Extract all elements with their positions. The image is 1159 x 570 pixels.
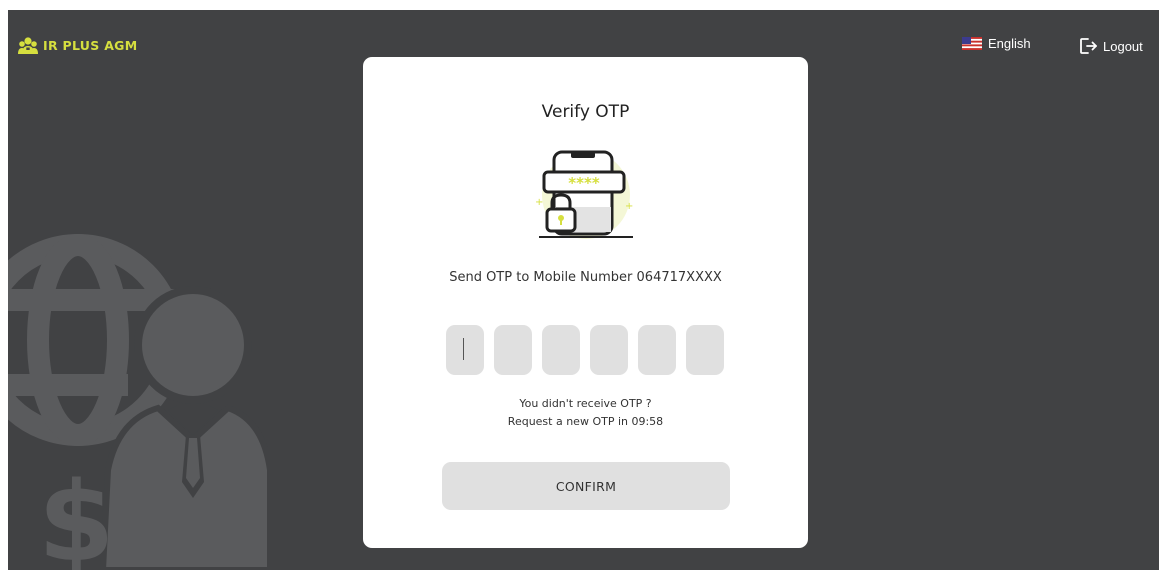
resend-question: You didn't receive OTP ? [519, 397, 652, 410]
otp-description: Send OTP to Mobile Number 064717XXXX [449, 270, 722, 285]
logout-label: Logout [1103, 38, 1143, 54]
otp-digit-4[interactable] [590, 325, 628, 375]
text-caret [463, 338, 464, 360]
verify-otp-card: Verify OTP **** + + Send OTP to Mobile N… [363, 57, 808, 548]
card-title: Verify OTP [541, 102, 630, 122]
resend-timer: Request a new OTP in 09:58 [507, 415, 664, 428]
logout-button[interactable]: Logout [1078, 36, 1143, 56]
svg-text:****: **** [568, 174, 600, 192]
otp-digit-1[interactable] [446, 325, 484, 375]
phone-password-lock-icon: **** + + [535, 150, 633, 239]
brand-logo[interactable]: IR PLUS AGM [18, 36, 138, 54]
otp-digit-6[interactable] [686, 325, 724, 375]
app-screen: $ IR PLUS AGM English Logout Verify OTP … [8, 10, 1159, 570]
otp-input-group [446, 325, 724, 375]
otp-digit-5[interactable] [638, 325, 676, 375]
logout-arrow-icon [1080, 38, 1097, 54]
language-label: English [988, 36, 1031, 51]
us-flag-icon [962, 37, 982, 50]
investor-group-icon [18, 37, 38, 54]
confirm-button[interactable]: CONFIRM [442, 462, 730, 510]
brand-name: IR PLUS AGM [43, 37, 138, 53]
language-selector[interactable]: English [962, 36, 1031, 51]
otp-digit-3[interactable] [542, 325, 580, 375]
svg-text:+: + [625, 201, 633, 212]
svg-text:+: + [535, 197, 543, 208]
otp-digit-2[interactable] [494, 325, 532, 375]
svg-text:$: $ [38, 458, 115, 570]
globe-businessman-watermark: $ [8, 234, 268, 570]
